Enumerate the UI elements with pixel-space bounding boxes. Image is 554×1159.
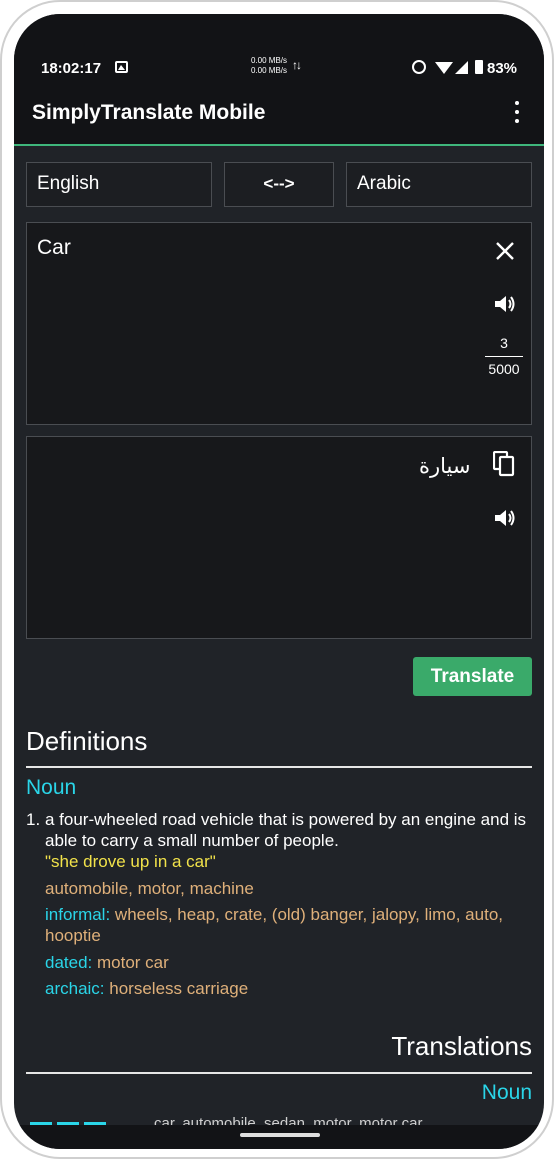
definitions-divider [26,766,532,768]
target-language-select[interactable]: Arabic [346,162,532,207]
informal-tag: informal: [45,905,111,924]
informal-synonyms: informal: wheels, heap, crate, (old) ban… [45,904,530,946]
net-down-speed: 0.00 MB/s [251,66,288,75]
archaic-synonyms: archaic: horseless carriage [45,978,530,999]
swap-languages-button[interactable]: <--> [224,162,334,207]
clear-text-icon[interactable] [495,241,515,261]
dated-synonym-list[interactable]: motor car [97,953,169,972]
char-count: 3 [500,335,508,351]
status-time: 18:02:17 [41,60,102,77]
dated-tag: dated: [45,953,93,972]
source-language-select[interactable]: English [26,162,212,207]
archaic-tag: archaic: [45,979,105,998]
character-counter: 3 5000 [485,335,523,377]
archaic-synonym-list[interactable]: horseless carriage [109,979,248,998]
definition-text: a four-wheeled road vehicle that is powe… [45,810,527,850]
screen: 18:02:17 0.00 MB/s 0.00 MB/s ↑↓ 83% Simp… [14,14,544,1149]
translate-button[interactable]: Translate [413,657,532,696]
alarm-icon [412,60,426,74]
informal-synonym-list[interactable]: wheels, heap, crate, (old) banger, jalop… [45,905,503,945]
translations-part-of-speech: Noun [481,1081,532,1104]
navigation-bar [14,1125,544,1149]
definition-number: 1. [26,810,41,829]
copy-icon[interactable] [493,451,515,477]
app-bar: SimplyTranslate Mobile [14,82,544,146]
output-speaker-icon[interactable] [493,507,517,529]
status-bar: 18:02:17 0.00 MB/s 0.00 MB/s ↑↓ 83% [14,14,544,82]
char-limit: 5000 [488,361,520,377]
cell-signal-icon [455,61,468,74]
definition-example: "she drove up in a car" [45,852,216,871]
definitions-heading: Definitions [26,726,148,756]
app-title: SimplyTranslate Mobile [32,101,266,124]
phone-frame: 18:02:17 0.00 MB/s 0.00 MB/s ↑↓ 83% Simp… [0,0,554,1159]
wifi-icon [435,62,453,74]
net-up-speed: 0.00 MB/s [251,56,288,65]
synonyms[interactable]: automobile, motor, machine [45,878,530,899]
translated-text: سيارة [419,454,471,478]
translations-heading: Translations [391,1031,532,1061]
data-transfer-icon: ↑↓ [292,58,302,72]
battery-percent: 83% [487,60,518,77]
network-speed: 0.00 MB/s 0.00 MB/s [251,56,287,76]
overflow-menu-icon[interactable] [509,100,525,126]
dated-synonyms: dated: motor car [45,952,530,973]
home-indicator[interactable] [240,1133,320,1137]
source-text-area[interactable]: Car 3 5000 [26,222,532,425]
definitions-part-of-speech: Noun [26,776,77,799]
source-text[interactable]: Car [37,236,71,260]
translated-text-area: سيارة [26,436,532,639]
translations-divider [26,1072,532,1074]
battery-icon [475,60,483,74]
image-notification-icon [115,61,128,73]
speaker-icon[interactable] [493,293,517,315]
